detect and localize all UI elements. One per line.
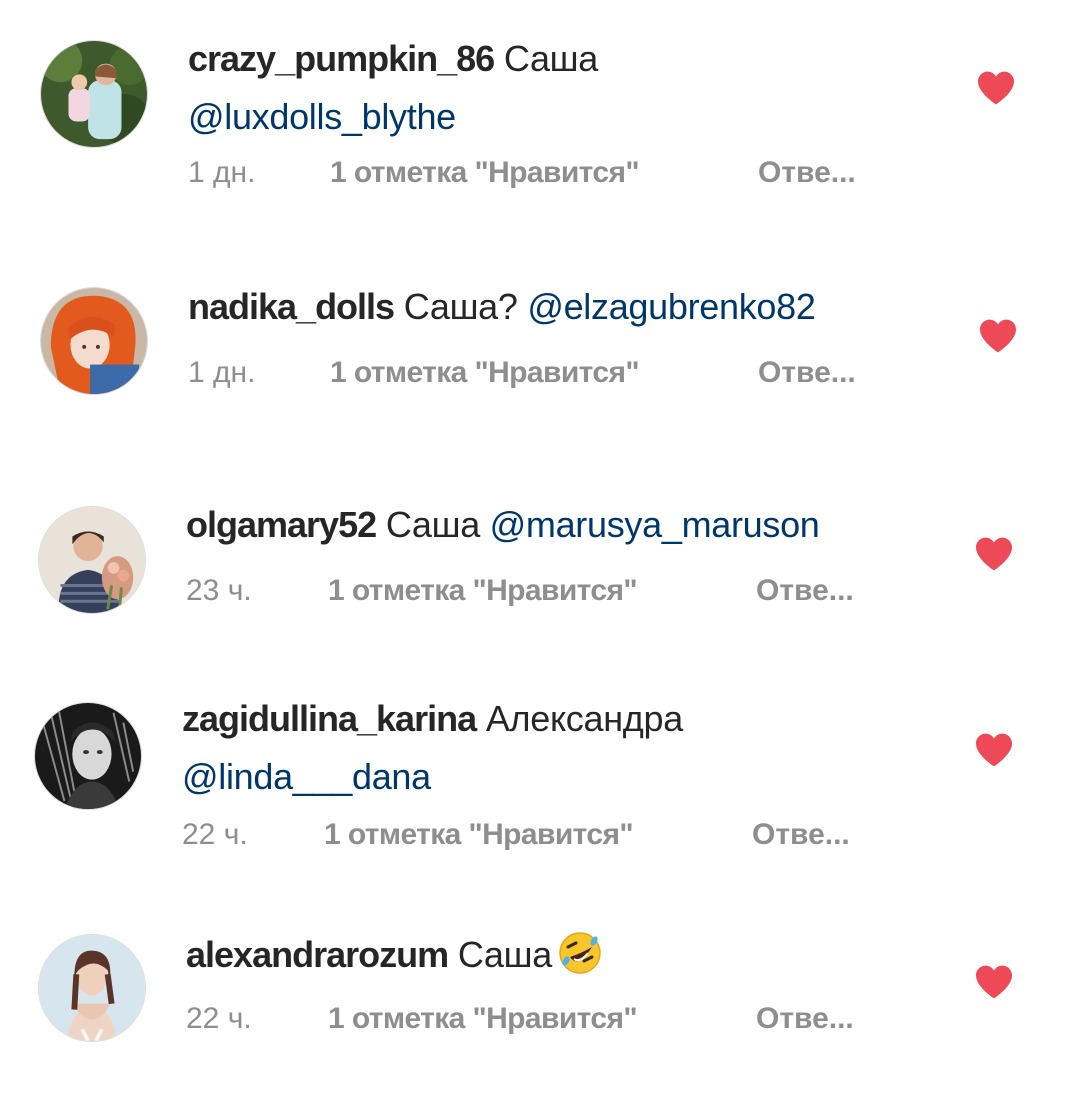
comment-body: Саша [385, 504, 480, 545]
reply-button[interactable]: Отве... [758, 156, 856, 190]
avatar[interactable] [38, 934, 146, 1042]
comment-text: alexandrarozum Саша [186, 926, 946, 984]
comment-mention[interactable]: @elzagubrenko82 [527, 286, 816, 327]
comment-text: nadika_dolls Саша? @elzagubrenko82 [188, 278, 948, 336]
reply-button[interactable]: Отве... [752, 818, 850, 852]
avatar[interactable] [34, 702, 142, 810]
reply-button[interactable]: Отве... [756, 1002, 854, 1036]
avatar[interactable] [40, 287, 148, 395]
heart-icon[interactable] [974, 536, 1014, 572]
comment-time: 22 ч. [182, 818, 248, 851]
comment-text: olgamary52 Саша @marusya_maruson [186, 496, 946, 554]
comment-likes[interactable]: 1 отметка "Нравится" [328, 1002, 756, 1036]
comment-meta: 22 ч. 1 отметка "Нравится" Отве... [186, 1002, 854, 1036]
woman-with-flowers-avatar-icon [39, 507, 145, 613]
avatar[interactable] [40, 40, 148, 148]
reply-button[interactable]: Отве... [758, 356, 856, 390]
comment-meta: 23 ч. 1 отметка "Нравится" Отве... [186, 574, 854, 608]
comment-username[interactable]: nadika_dolls [188, 286, 395, 327]
comment-username[interactable]: crazy_pumpkin_86 [188, 38, 495, 79]
comment-likes[interactable]: 1 отметка "Нравится" [330, 156, 758, 190]
reply-button[interactable]: Отве... [756, 574, 854, 608]
comment-likes[interactable]: 1 отметка "Нравится" [324, 818, 752, 852]
comment-mention[interactable]: @linda___dana [182, 756, 431, 797]
comment-text: zagidullina_karina Александра @linda___d… [182, 690, 942, 806]
comment-body: Саша [457, 934, 552, 975]
comment-username[interactable]: olgamary52 [186, 504, 377, 545]
comment-meta: 22 ч. 1 отметка "Нравится" Отве... [182, 818, 850, 852]
red-haired-doll-avatar-icon [41, 288, 147, 394]
comment-meta: 1 дн. 1 отметка "Нравится" Отве... [188, 156, 856, 190]
black-white-portrait-avatar-icon [35, 703, 141, 809]
comment-body: Саша [503, 38, 598, 79]
comment-time: 1 дн. [188, 356, 256, 389]
heart-icon[interactable] [976, 70, 1016, 106]
comment-time: 1 дн. [188, 156, 256, 189]
mother-with-child-avatar-icon [41, 41, 147, 147]
avatar[interactable] [38, 506, 146, 614]
heart-icon[interactable] [974, 964, 1014, 1000]
comment-body: Александра [485, 698, 683, 739]
comment-time: 22 ч. [186, 1002, 252, 1035]
comment-likes[interactable]: 1 отметка "Нравится" [330, 356, 758, 390]
heart-icon[interactable] [978, 318, 1018, 354]
comment-username[interactable]: zagidullina_karina [182, 698, 477, 739]
comment-body: Саша? [403, 286, 518, 327]
woman-portrait-avatar-icon [39, 935, 145, 1041]
comment-username[interactable]: alexandrarozum [186, 934, 449, 975]
comment-text: crazy_pumpkin_86 Саша @luxdolls_blythe [188, 30, 948, 146]
comment-time: 23 ч. [186, 574, 252, 607]
comment-meta: 1 дн. 1 отметка "Нравится" Отве... [188, 356, 856, 390]
comment-likes[interactable]: 1 отметка "Нравится" [328, 574, 756, 608]
heart-icon[interactable] [974, 732, 1014, 768]
rolling-on-floor-laughing-emoji [558, 931, 602, 975]
comment-mention[interactable]: @luxdolls_blythe [188, 96, 456, 137]
comment-mention[interactable]: @marusya_maruson [490, 504, 820, 545]
